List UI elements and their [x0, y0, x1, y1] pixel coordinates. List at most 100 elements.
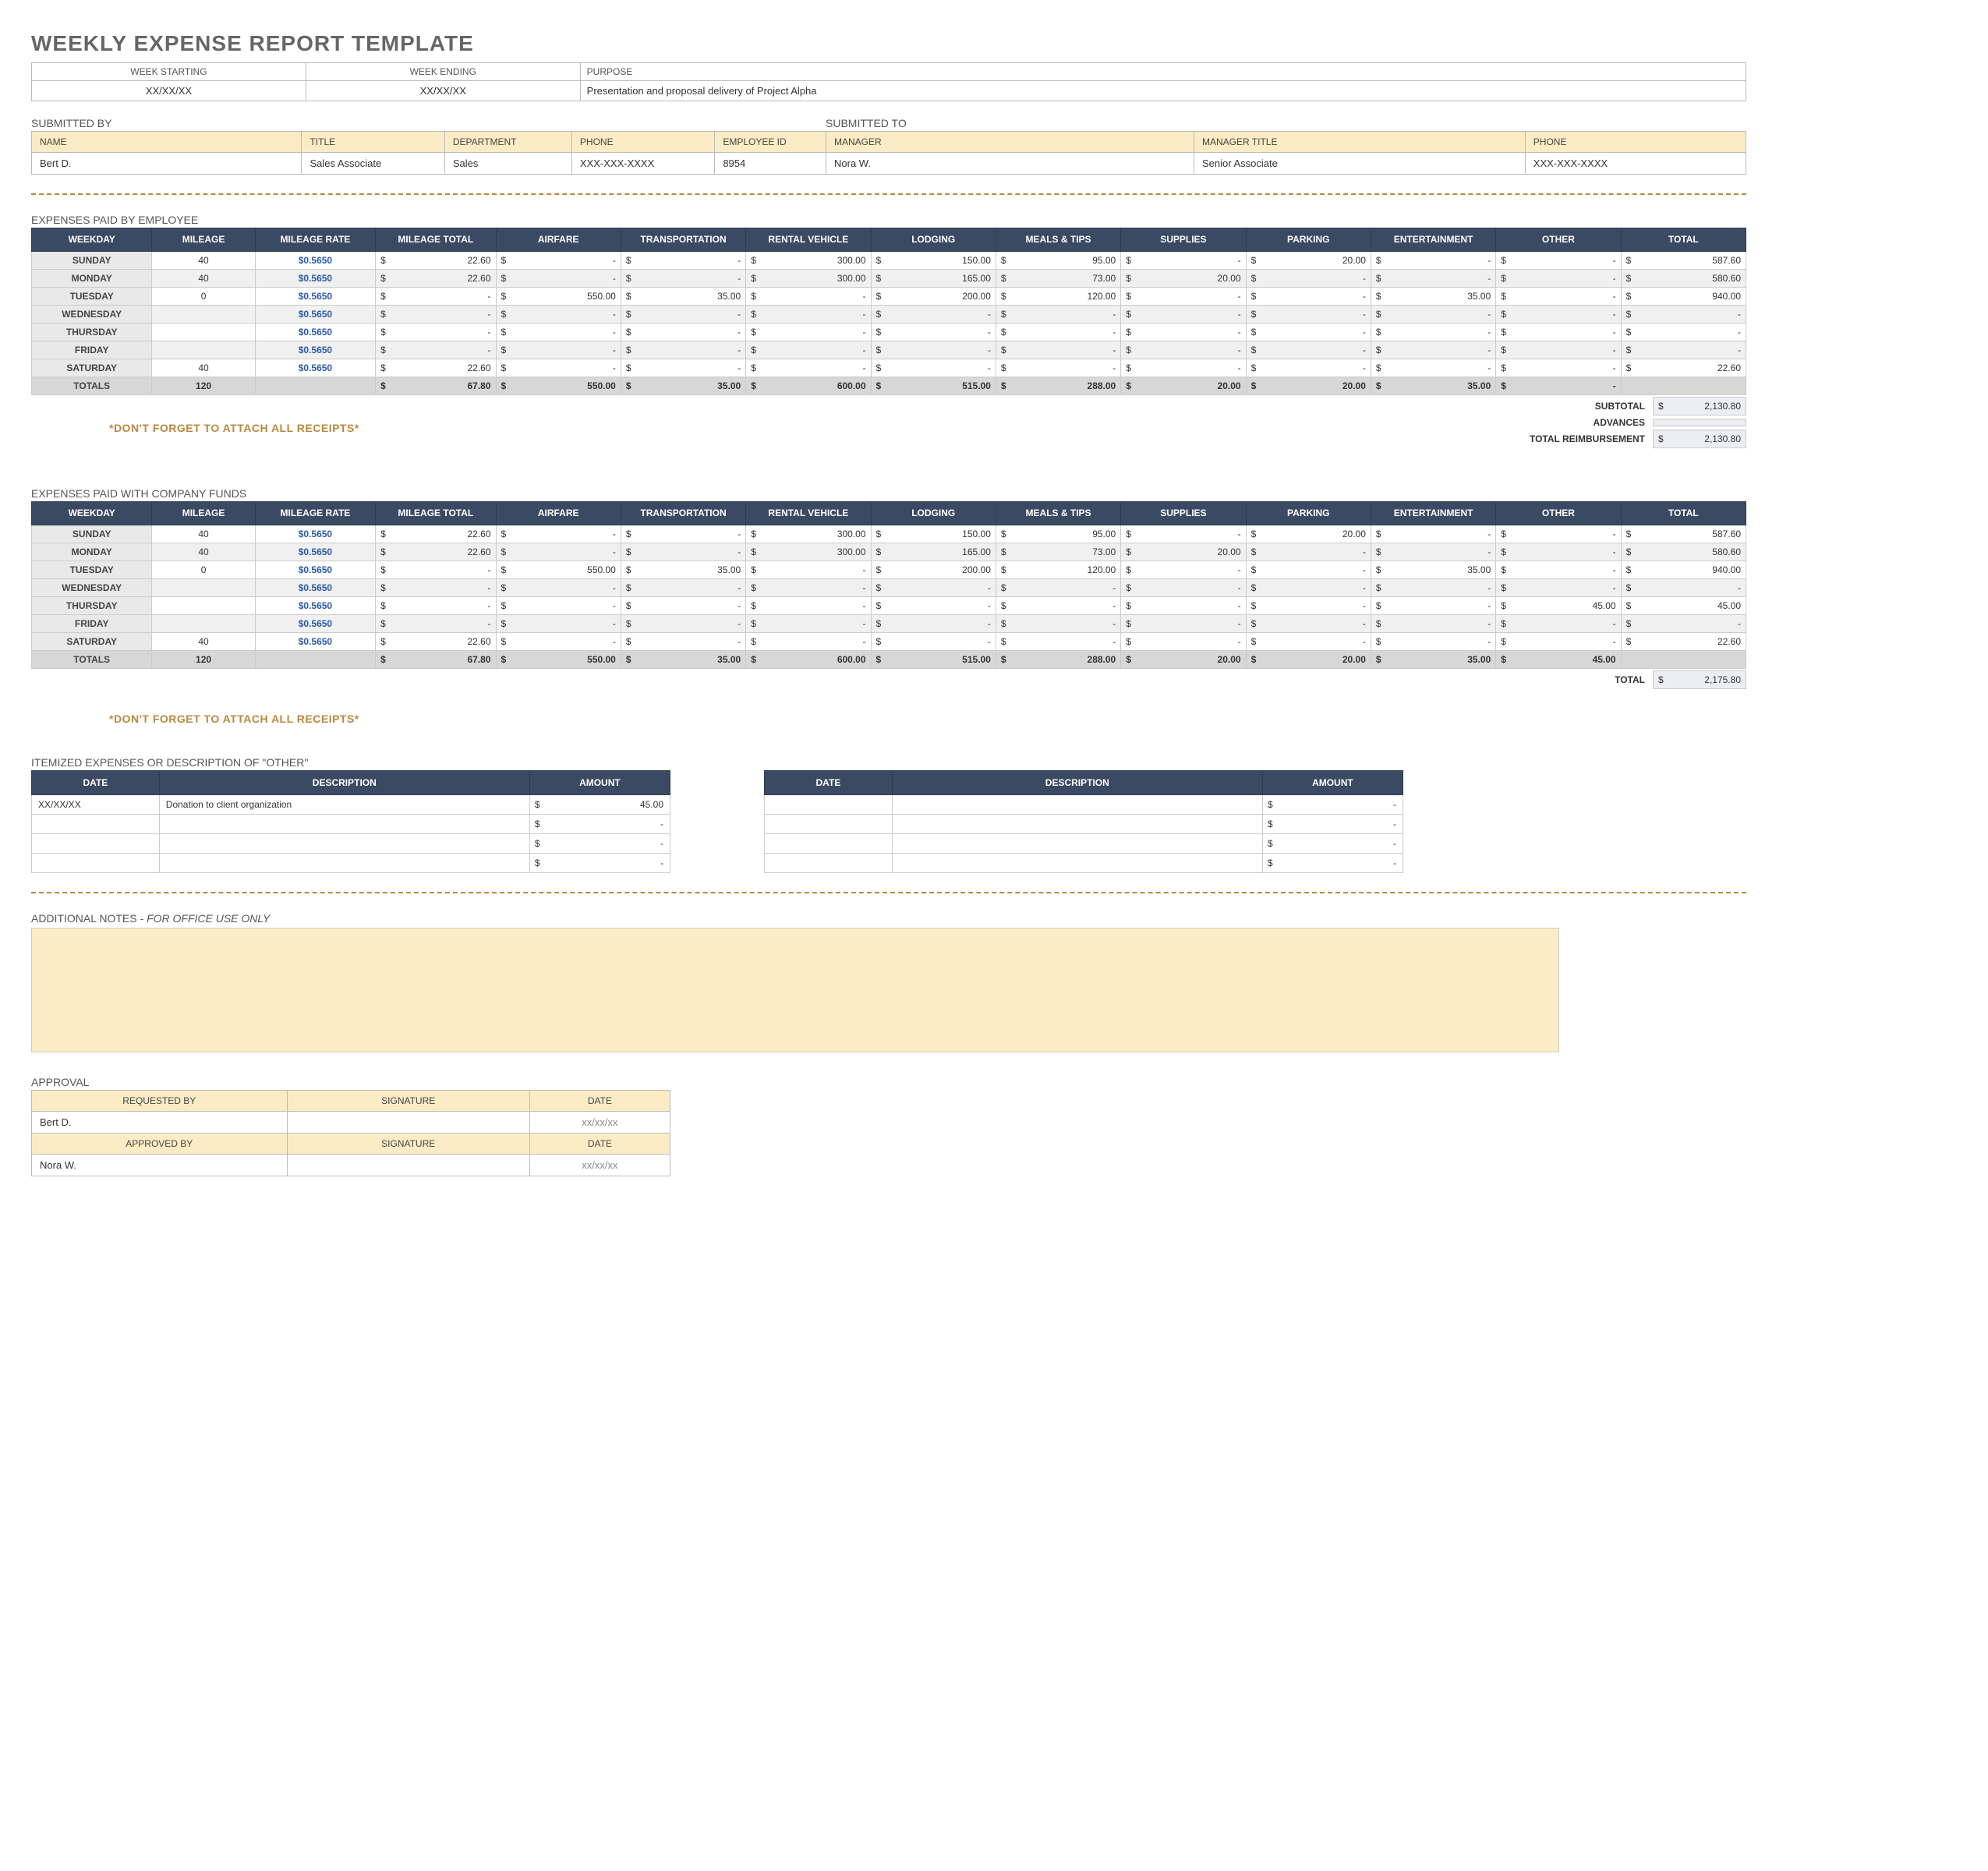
cell-money[interactable]: 35.00: [1371, 288, 1495, 306]
cell-money[interactable]: -: [1496, 377, 1621, 395]
cell-item-amount[interactable]: -: [1262, 795, 1403, 815]
notes-box[interactable]: [31, 928, 1559, 1052]
cell-money[interactable]: -: [621, 543, 745, 561]
cell-money[interactable]: -: [1371, 579, 1495, 597]
cell-money[interactable]: 67.80: [376, 651, 496, 669]
cell[interactable]: $0.5650: [255, 633, 375, 651]
cell-money[interactable]: -: [1246, 615, 1371, 633]
cell[interactable]: $0.5650: [255, 359, 375, 377]
cell[interactable]: 40: [152, 252, 255, 270]
cell[interactable]: TUESDAY: [32, 561, 152, 579]
cell-approved-by[interactable]: Nora W.: [32, 1155, 288, 1176]
cell-title[interactable]: Sales Associate: [302, 153, 444, 175]
cell-money[interactable]: 35.00: [621, 377, 745, 395]
cell-money[interactable]: 20.00: [1121, 377, 1246, 395]
cell-manager[interactable]: Nora W.: [826, 153, 1194, 175]
cell-money[interactable]: -: [1371, 341, 1495, 359]
cell-money[interactable]: -: [996, 306, 1120, 324]
cell-money[interactable]: -: [1371, 270, 1495, 288]
cell-money[interactable]: -: [621, 597, 745, 615]
cell-item-amount[interactable]: -: [1262, 834, 1403, 854]
cell-money[interactable]: -: [1121, 633, 1246, 651]
cell-money[interactable]: -: [496, 306, 621, 324]
cell[interactable]: $0.5650: [255, 306, 375, 324]
cell-item-amount[interactable]: -: [529, 815, 670, 834]
cell-money[interactable]: -: [1621, 615, 1746, 633]
cell-money[interactable]: 20.00: [1246, 377, 1371, 395]
cell-money[interactable]: -: [996, 341, 1120, 359]
cell[interactable]: [255, 377, 375, 395]
cell-item-date[interactable]: [765, 815, 893, 834]
cell-money[interactable]: -: [746, 324, 871, 341]
cell[interactable]: [152, 579, 255, 597]
cell[interactable]: [152, 597, 255, 615]
cell-money[interactable]: 550.00: [496, 288, 621, 306]
cell-money[interactable]: 22.60: [376, 633, 496, 651]
cell-name[interactable]: Bert D.: [32, 153, 302, 175]
cell-money[interactable]: 22.60: [376, 270, 496, 288]
cell-money[interactable]: 22.60: [376, 543, 496, 561]
cell-money[interactable]: 35.00: [621, 561, 745, 579]
cell-money[interactable]: 73.00: [996, 543, 1120, 561]
cell-money[interactable]: -: [871, 341, 996, 359]
cell-money[interactable]: 22.60: [376, 359, 496, 377]
cell-money[interactable]: -: [496, 525, 621, 543]
cell-money[interactable]: -: [621, 324, 745, 341]
cell-money[interactable]: -: [1496, 252, 1621, 270]
cell-money[interactable]: -: [1246, 288, 1371, 306]
cell-money[interactable]: -: [376, 561, 496, 579]
cell[interactable]: [255, 651, 375, 669]
cell-phone[interactable]: XXX-XXX-XXXX: [571, 153, 714, 175]
cell-money[interactable]: -: [496, 324, 621, 341]
cell-money[interactable]: -: [1496, 579, 1621, 597]
cell-money[interactable]: 550.00: [496, 651, 621, 669]
cell[interactable]: [152, 341, 255, 359]
cell-req-date[interactable]: xx/xx/xx: [529, 1112, 670, 1134]
cell-money[interactable]: -: [871, 597, 996, 615]
cell-money[interactable]: 95.00: [996, 252, 1120, 270]
cell-purpose[interactable]: Presentation and proposal delivery of Pr…: [580, 81, 1746, 101]
cell-item-desc[interactable]: [892, 834, 1262, 854]
cell-money[interactable]: -: [1496, 543, 1621, 561]
cell-money[interactable]: -: [746, 615, 871, 633]
cell[interactable]: TOTALS: [32, 377, 152, 395]
cell-money[interactable]: -: [376, 579, 496, 597]
cell-money[interactable]: 165.00: [871, 270, 996, 288]
cell-money[interactable]: -: [621, 359, 745, 377]
cell-money[interactable]: -: [871, 359, 996, 377]
cell-money[interactable]: 288.00: [996, 377, 1120, 395]
cell-money[interactable]: 35.00: [1371, 561, 1495, 579]
cell[interactable]: MONDAY: [32, 543, 152, 561]
cell-money[interactable]: 200.00: [871, 561, 996, 579]
cell-money[interactable]: -: [996, 359, 1120, 377]
cell[interactable]: $0.5650: [255, 561, 375, 579]
cell-item-date[interactable]: [765, 834, 893, 854]
cell-money[interactable]: -: [376, 288, 496, 306]
cell-item-date[interactable]: [765, 795, 893, 815]
cell-app-date[interactable]: xx/xx/xx: [529, 1155, 670, 1176]
cell-money[interactable]: -: [1371, 324, 1495, 341]
cell-money[interactable]: -: [746, 579, 871, 597]
cell[interactable]: THURSDAY: [32, 597, 152, 615]
cell[interactable]: 40: [152, 359, 255, 377]
cell[interactable]: WEDNESDAY: [32, 579, 152, 597]
cell[interactable]: [152, 324, 255, 341]
cell-money[interactable]: -: [496, 359, 621, 377]
cell[interactable]: TUESDAY: [32, 288, 152, 306]
cell-money[interactable]: 940.00: [1621, 288, 1746, 306]
cell-money[interactable]: -: [1496, 324, 1621, 341]
cell-money[interactable]: -: [496, 270, 621, 288]
cell[interactable]: SATURDAY: [32, 359, 152, 377]
cell-item-desc[interactable]: [159, 834, 529, 854]
cell-money[interactable]: -: [996, 615, 1120, 633]
cell-money[interactable]: -: [1121, 341, 1246, 359]
cell-money[interactable]: 22.60: [1621, 633, 1746, 651]
cell-money[interactable]: -: [1246, 341, 1371, 359]
cell-money[interactable]: -: [871, 306, 996, 324]
cell-money[interactable]: -: [1371, 252, 1495, 270]
cell-item-desc[interactable]: [892, 815, 1262, 834]
cell-money[interactable]: -: [496, 615, 621, 633]
cell-item-date[interactable]: [765, 854, 893, 873]
cell[interactable]: SUNDAY: [32, 525, 152, 543]
cell-money[interactable]: -: [376, 597, 496, 615]
